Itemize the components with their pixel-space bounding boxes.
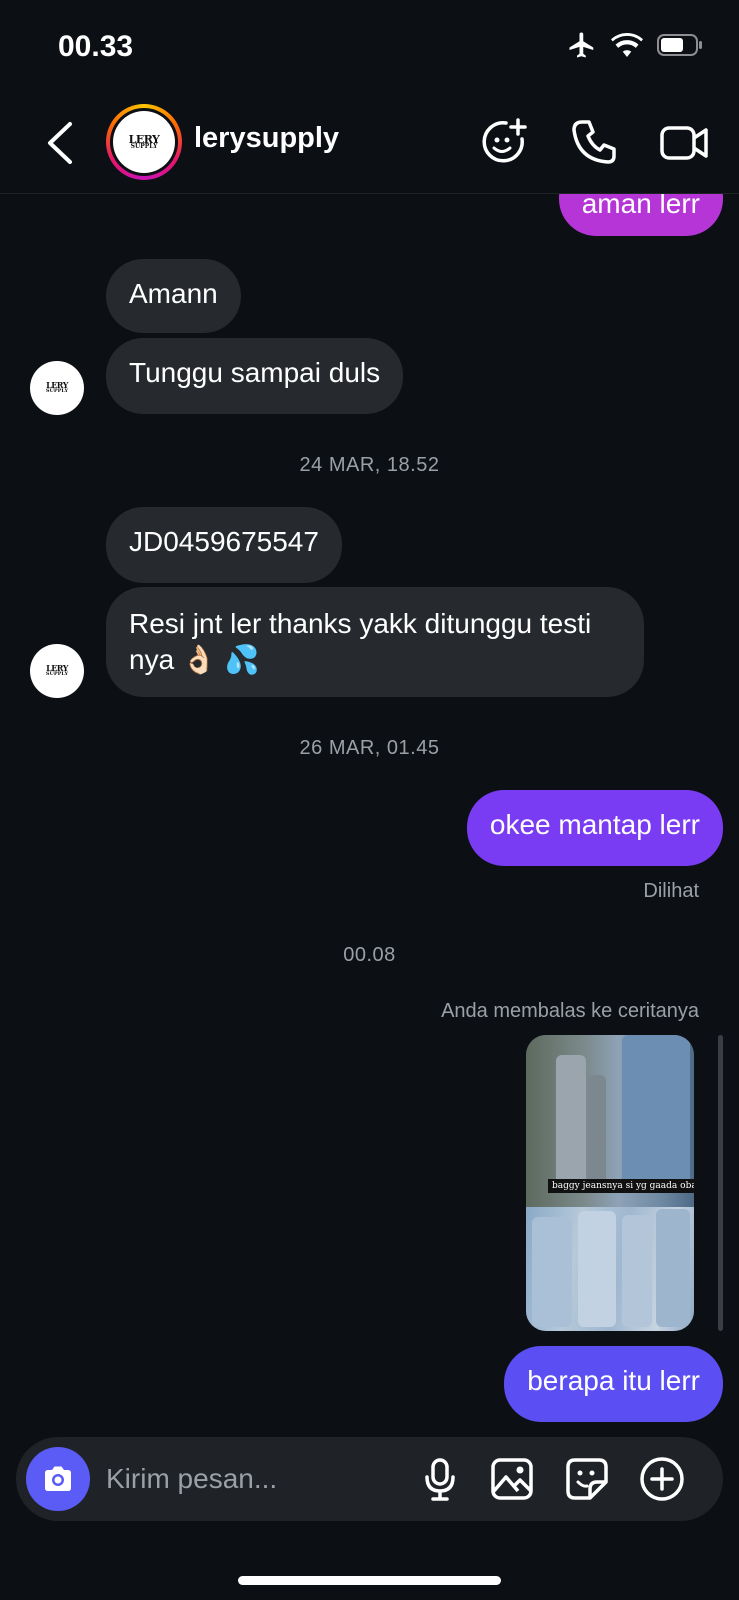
story-photo-bottom [526,1206,694,1331]
message-incoming[interactable]: Resi jnt ler thanks yakk ditunggu testi … [106,587,644,697]
chat-timestamp: 24 MAR, 18.52 [299,454,440,476]
story-reply-thumbnail[interactable]: baggy jeansnya si yg gaada obat💿 [526,1035,694,1331]
story-caption: baggy jeansnya si yg gaada obat💿 [548,1179,694,1193]
message-input[interactable] [106,1455,396,1503]
sender-avatar[interactable]: LERY SUPPLY [30,361,84,415]
status-bar: 00.33 [0,0,739,96]
message-incoming[interactable]: JD0459675547 [106,507,342,583]
message-composer [16,1437,723,1521]
message-outgoing[interactable]: okee mantap lerr [466,790,723,866]
status-icons [567,30,703,60]
airplane-icon [569,32,594,58]
chat-timestamp: 00.08 [343,944,396,966]
gallery-icon[interactable] [488,1455,536,1503]
back-arrow-icon[interactable] [40,118,80,168]
chat-header: LERY SUPPLY lerysupply [0,96,739,194]
add-effect-icon[interactable] [477,116,529,168]
status-time: 00.33 [58,30,134,63]
add-icon[interactable] [638,1455,686,1503]
microphone-icon[interactable] [416,1455,464,1503]
battery-icon [657,34,702,56]
chat-timestamp: 26 MAR, 01.45 [299,737,440,759]
avatar-logo: LERY SUPPLY [128,132,160,150]
message-incoming[interactable]: Amann [106,259,241,333]
video-call-icon[interactable] [658,116,710,168]
message-incoming[interactable]: Tunggu sampai duls [106,338,404,414]
home-indicator[interactable] [238,1576,501,1585]
phone-call-icon[interactable] [568,116,620,168]
wifi-icon [611,33,643,57]
seen-status: Dilihat [643,880,699,902]
story-reply-note: Anda membalas ke ceritanya [441,1000,699,1022]
profile-avatar[interactable]: LERY SUPPLY [106,104,182,180]
camera-icon [45,1466,71,1491]
scrollbar[interactable] [718,1035,723,1331]
camera-button[interactable] [26,1447,90,1511]
sender-avatar[interactable]: LERY SUPPLY [30,644,84,698]
message-outgoing[interactable]: berapa itu lerr [504,1346,723,1422]
sticker-icon[interactable] [563,1455,611,1503]
profile-username[interactable]: lerysupply [194,122,339,155]
